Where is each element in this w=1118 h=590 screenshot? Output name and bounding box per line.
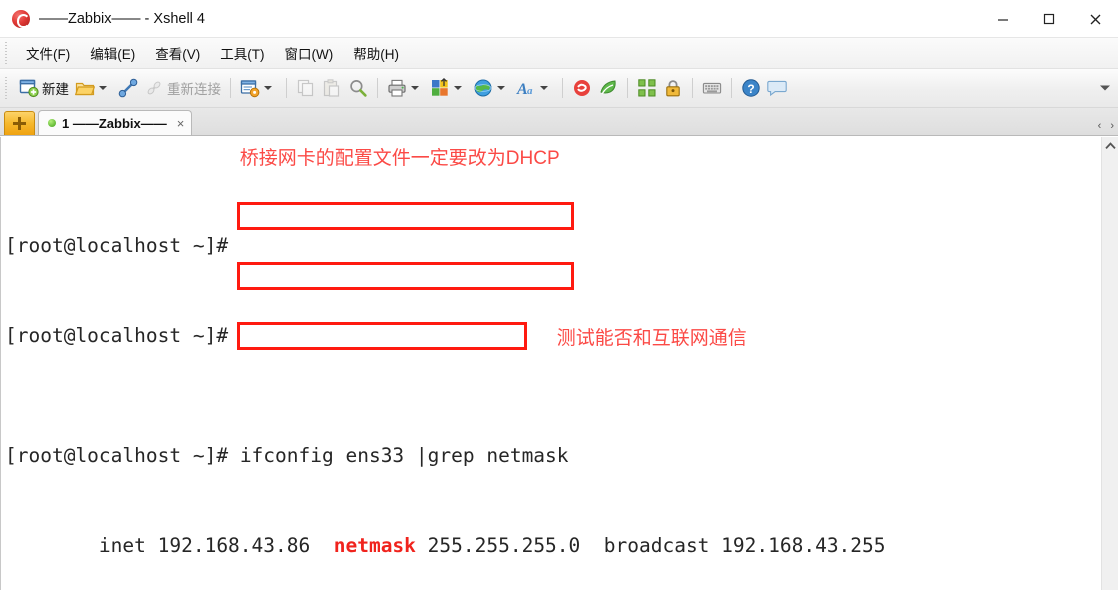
new-session-icon — [19, 78, 39, 98]
find-button[interactable] — [345, 75, 371, 101]
terminal-line: [root@localhost ~]# ifconfig ens33 |grep… — [5, 444, 569, 467]
toolbar-divider-7 — [731, 78, 732, 98]
encoding-button[interactable] — [470, 75, 513, 101]
disconnect-icon — [144, 78, 164, 98]
copy-icon — [296, 78, 316, 98]
toolbar-divider-5 — [627, 78, 628, 98]
xshell-button[interactable] — [569, 75, 595, 101]
session-properties-chevron-down-icon[interactable] — [264, 86, 272, 90]
menu-help[interactable]: 帮助(H) — [343, 40, 409, 66]
highlight-box-ifconfig-ens33 — [236, 202, 574, 230]
search-icon — [348, 78, 368, 98]
toolbar-divider-2 — [286, 78, 287, 98]
open-session-button[interactable] — [72, 75, 115, 101]
help-button[interactable]: ? — [738, 75, 764, 101]
toolbar-grip-handle[interactable] — [3, 77, 12, 99]
menu-file[interactable]: 文件(F) — [16, 40, 80, 66]
new-session-button[interactable]: 新建 — [16, 75, 72, 101]
open-folder-icon — [74, 78, 96, 98]
print-chevron-down-icon[interactable] — [411, 86, 419, 90]
session-properties-button[interactable] — [237, 75, 280, 101]
toolbar-divider-4 — [562, 78, 563, 98]
lock-icon — [663, 78, 683, 98]
help-icon: ? — [741, 78, 761, 98]
menu-tools[interactable]: 工具(T) — [210, 40, 274, 66]
menubar-grip-handle[interactable] — [3, 42, 12, 64]
xshell-icon — [572, 78, 592, 98]
keyboard-icon — [702, 78, 722, 98]
toolbar: 新建 重新连接 A a ? — [0, 69, 1118, 108]
highlight-box-ifconfig-ens37 — [236, 262, 574, 290]
font-button[interactable]: A a — [513, 75, 556, 101]
print-button[interactable] — [384, 75, 427, 101]
chat-icon — [767, 78, 787, 98]
connect-icon — [118, 78, 138, 98]
tab-scroll-left-icon[interactable]: ‹ — [1098, 121, 1102, 132]
window-title: ——Zabbix—— - Xshell 4 — [39, 11, 205, 27]
window-controls — [980, 0, 1118, 38]
reconnect-label: 重新连接 — [167, 82, 221, 97]
print-icon — [387, 78, 407, 98]
paste-icon — [322, 78, 342, 98]
menu-bar: 文件(F) 编辑(E) 查看(V) 工具(T) 窗口(W) 帮助(H) — [0, 38, 1118, 69]
copy-button — [293, 75, 319, 101]
open-session-chevron-down-icon[interactable] — [99, 86, 107, 90]
paste-button — [319, 75, 345, 101]
keyboard-button[interactable] — [699, 75, 725, 101]
fullscreen-icon — [637, 78, 657, 98]
svg-text:?: ? — [747, 82, 754, 96]
terminal-output[interactable]: [root@localhost ~]# [root@localhost ~]# … — [0, 137, 1101, 590]
grep-match: netmask — [333, 534, 416, 557]
terminal-scrollbar[interactable] — [1101, 137, 1118, 590]
tab-scroll-right-icon[interactable]: › — [1110, 121, 1114, 132]
scrollbar-up-arrow-icon[interactable] — [1102, 139, 1118, 153]
toolbar-divider-1 — [230, 78, 231, 98]
fullscreen-button[interactable] — [634, 75, 660, 101]
terminal-line: [root@localhost ~]# — [5, 324, 240, 347]
xshell-logo-icon — [10, 8, 32, 30]
tab-bar: 1 ——Zabbix—— × ‹ › — [0, 108, 1118, 136]
disconnect-button: 重新连接 — [141, 75, 224, 101]
chat-button[interactable] — [764, 75, 790, 101]
terminal-line: inet 192.168.43.86 netmask 255.255.255.0… — [5, 534, 886, 557]
minimize-button[interactable] — [980, 0, 1026, 38]
layout-icon — [430, 77, 450, 98]
toolbar-divider-6 — [692, 78, 693, 98]
font-chevron-down-icon[interactable] — [540, 86, 548, 90]
tab-zabbix[interactable]: 1 ——Zabbix—— × — [38, 110, 193, 135]
close-button[interactable] — [1072, 0, 1118, 38]
plus-icon — [13, 117, 26, 130]
xshell-window: ——Zabbix—— - Xshell 4 文件(F) 编辑(E) 查看(V) … — [0, 0, 1118, 590]
title-bar: ——Zabbix—— - Xshell 4 — [0, 0, 1118, 38]
menu-view[interactable]: 查看(V) — [145, 40, 210, 66]
xftp-button[interactable] — [595, 75, 621, 101]
globe-icon — [473, 78, 493, 98]
toolbar-overflow-chevron-down-icon[interactable] — [1100, 85, 1110, 91]
toolbar-divider-3 — [377, 78, 378, 98]
encoding-chevron-down-icon[interactable] — [497, 86, 505, 90]
terminal-area: [root@localhost ~]# [root@localhost ~]# … — [0, 136, 1118, 590]
tab-close-icon[interactable]: × — [177, 117, 185, 130]
maximize-button[interactable] — [1026, 0, 1072, 38]
session-properties-icon — [240, 78, 260, 98]
xftp-icon — [598, 78, 618, 98]
tab-scroll-controls: ‹ › — [1098, 121, 1114, 132]
command-ifconfig-ens33: ifconfig ens33 |grep netmask — [239, 444, 569, 467]
layout-chevron-down-icon[interactable] — [454, 86, 462, 90]
terminal-line: [root@localhost ~]# — [5, 234, 240, 257]
new-session-label: 新建 — [42, 82, 69, 97]
tab-title: 1 ——Zabbix—— — [62, 115, 167, 131]
note-bridge-dhcp: 桥接网卡的配置文件一定要改为DHCP — [239, 148, 560, 169]
svg-text:a: a — [527, 85, 533, 97]
connection-status-icon — [48, 119, 56, 127]
lock-button[interactable] — [660, 75, 686, 101]
font-icon: A a — [516, 78, 536, 98]
layout-button[interactable] — [427, 75, 470, 101]
connect-button[interactable] — [115, 75, 141, 101]
note-test-internet: 测试能否和互联网通信 — [556, 328, 747, 349]
menu-edit[interactable]: 编辑(E) — [80, 40, 145, 66]
new-tab-button[interactable] — [4, 111, 35, 135]
menu-window[interactable]: 窗口(W) — [275, 40, 344, 66]
